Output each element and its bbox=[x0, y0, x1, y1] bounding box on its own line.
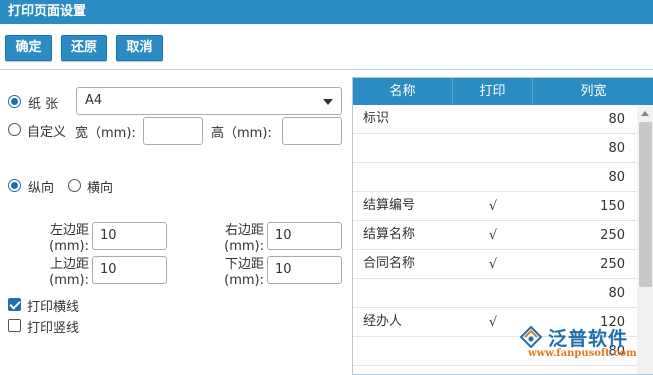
portrait-label: 纵向 bbox=[28, 181, 55, 196]
right-margin-label: 右边距(mm): bbox=[224, 223, 264, 254]
top-margin-label: 上边距(mm): bbox=[49, 257, 89, 288]
cell-print: √ bbox=[488, 228, 498, 243]
cancel-button[interactable]: 取消 bbox=[116, 35, 163, 61]
width-input[interactable] bbox=[143, 117, 203, 145]
table-row[interactable]: 合同名称 √ 250 bbox=[353, 250, 637, 279]
paper-size-label: 纸 张 bbox=[28, 97, 59, 112]
top-margin-input[interactable]: 10 bbox=[92, 256, 167, 284]
chevron-down-icon bbox=[323, 99, 333, 105]
header-print[interactable]: 打印 bbox=[453, 78, 533, 105]
print-vlines-label: 打印竖线 bbox=[27, 321, 80, 336]
paper-size-radio[interactable] bbox=[8, 95, 21, 108]
brand-logo-icon bbox=[520, 326, 542, 348]
table-row[interactable]: 标识 80 bbox=[353, 105, 637, 134]
brand-watermark: 泛普软件 www.fanpusoft.com bbox=[514, 324, 649, 364]
table-row[interactable]: 结算名称 √ 250 bbox=[353, 221, 637, 250]
header-width[interactable]: 列宽 bbox=[533, 78, 653, 105]
table-row[interactable]: 80 bbox=[353, 279, 637, 308]
cell-name: 经办人 bbox=[363, 314, 403, 329]
paper-size-select[interactable]: A4 bbox=[76, 87, 342, 115]
bottom-margin-input[interactable]: 10 bbox=[267, 256, 342, 284]
cell-name: 结算编号 bbox=[363, 198, 416, 213]
settings-panel: 纸 张 A4 自定义 宽（mm): 高（mm): 纵向 横向 左边距(mm): … bbox=[0, 71, 352, 375]
landscape-radio[interactable] bbox=[68, 179, 81, 192]
cell-name: 结算名称 bbox=[363, 227, 416, 242]
grid-header: 名称 打印 列宽 bbox=[353, 78, 653, 105]
custom-size-label: 自定义 bbox=[27, 125, 67, 140]
table-row[interactable]: 结算编号 √ 150 bbox=[353, 192, 637, 221]
confirm-button[interactable]: 确定 bbox=[5, 35, 52, 61]
scroll-up-arrow-icon[interactable] bbox=[641, 111, 649, 116]
print-hlines-label: 打印横线 bbox=[27, 300, 80, 315]
cell-name: 标识 bbox=[363, 111, 390, 126]
cell-print: √ bbox=[488, 199, 498, 214]
height-label: 高（mm): bbox=[211, 126, 272, 141]
right-margin-input[interactable]: 10 bbox=[267, 222, 342, 250]
left-margin-label: 左边距(mm): bbox=[49, 223, 89, 254]
restore-button[interactable]: 还原 bbox=[61, 35, 107, 61]
custom-size-radio[interactable] bbox=[8, 123, 21, 136]
cell-width: 80 bbox=[608, 170, 625, 185]
cell-width: 250 bbox=[600, 257, 625, 272]
cell-print: √ bbox=[488, 257, 498, 272]
brand-name: 泛普软件 bbox=[548, 328, 629, 350]
width-label: 宽（mm): bbox=[75, 126, 136, 141]
window-title: 打印页面设置 bbox=[0, 0, 653, 24]
cell-width: 80 bbox=[608, 112, 625, 127]
toolbar: 确定 还原 取消 bbox=[0, 24, 653, 70]
brand-url: www.fanpusoft.com bbox=[528, 348, 637, 359]
print-hlines-checkbox[interactable] bbox=[8, 298, 21, 311]
landscape-label: 横向 bbox=[87, 181, 114, 196]
left-margin-input[interactable]: 10 bbox=[92, 222, 167, 250]
cell-width: 80 bbox=[608, 286, 625, 301]
cell-width: 150 bbox=[600, 199, 625, 214]
height-input[interactable] bbox=[282, 117, 342, 145]
cell-width: 80 bbox=[608, 141, 625, 156]
bottom-margin-label: 下边距(mm): bbox=[224, 257, 264, 288]
cell-width: 250 bbox=[600, 228, 625, 243]
print-vlines-checkbox[interactable] bbox=[8, 319, 21, 332]
cell-name: 合同名称 bbox=[363, 256, 416, 271]
table-row[interactable]: 80 bbox=[353, 134, 637, 163]
header-name[interactable]: 名称 bbox=[353, 78, 453, 105]
scrollbar-thumb[interactable] bbox=[639, 122, 652, 287]
table-row[interactable]: 80 bbox=[353, 163, 637, 192]
paper-size-value: A4 bbox=[85, 93, 103, 108]
portrait-radio[interactable] bbox=[8, 179, 21, 192]
